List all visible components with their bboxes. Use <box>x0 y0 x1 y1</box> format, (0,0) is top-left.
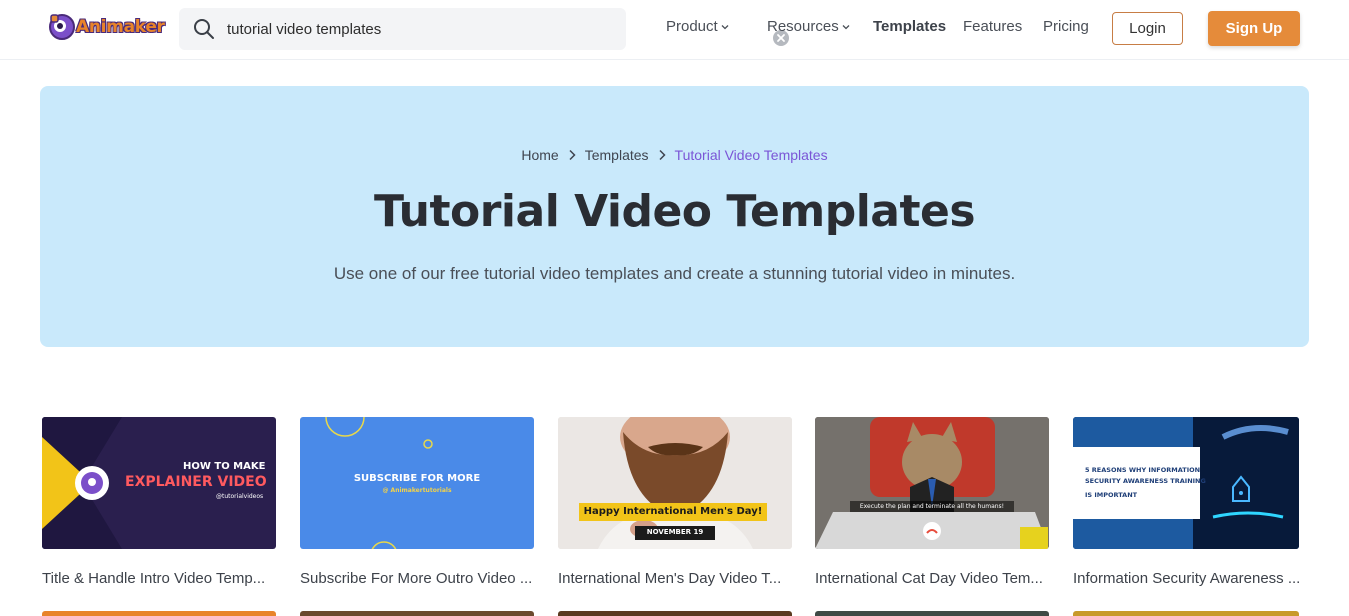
template-card[interactable]: SUBSCRIBE FOR MORE @ Animakertutorials S… <box>300 417 534 587</box>
thumb-line: SECURITY AWARENESS TRAINING <box>1085 477 1206 485</box>
search-input[interactable] <box>227 16 587 42</box>
template-card[interactable]: Happy International Men's Day! NOVEMBER … <box>558 417 792 587</box>
animaker-mascot-icon <box>49 14 75 40</box>
search-icon[interactable] <box>193 18 215 40</box>
sign-up-button[interactable]: Sign Up <box>1208 11 1300 46</box>
template-title[interactable]: International Men's Day Video T... <box>558 570 792 587</box>
thumb-line: EXPLAINER VIDEO <box>125 474 267 490</box>
nav-pricing[interactable]: Pricing <box>1043 18 1089 35</box>
template-thumbnail[interactable]: Happy International Men's Day! NOVEMBER … <box>558 417 792 549</box>
breadcrumb: Home Templates Tutorial Video Templates <box>40 147 1309 163</box>
thumb-line: @ Animakertutorials <box>382 487 452 494</box>
chevron-down-icon <box>721 24 729 29</box>
breadcrumb-current: Tutorial Video Templates <box>674 147 828 163</box>
template-title[interactable]: Title & Handle Intro Video Temp... <box>42 570 276 587</box>
thumb-line: HOW TO MAKE <box>183 461 266 472</box>
nav-resources[interactable]: Resources <box>767 18 850 35</box>
page-subtitle: Use one of our free tutorial video templ… <box>333 264 1016 283</box>
nav-product-label: Product <box>666 18 718 35</box>
template-title[interactable]: Information Security Awareness ... <box>1073 570 1307 587</box>
thumb-line: @tutorialvideos <box>216 493 264 500</box>
login-button[interactable]: Login <box>1112 12 1183 45</box>
breadcrumb-home[interactable]: Home <box>521 147 558 163</box>
hero-banner: Home Templates Tutorial Video Templates … <box>40 86 1309 347</box>
nav-product[interactable]: Product <box>666 18 729 35</box>
cat-at-keyboard-photo <box>815 417 1049 549</box>
search-bar <box>179 8 789 50</box>
template-card[interactable]: Execute the plan and terminate all the h… <box>815 417 1049 587</box>
template-thumbnail-partial[interactable] <box>1073 611 1299 616</box>
template-thumbnail[interactable]: Execute the plan and terminate all the h… <box>815 417 1049 549</box>
nav-features-label: Features <box>963 18 1023 35</box>
thumb-line: Happy International Men's Day! <box>583 506 763 517</box>
nav-templates[interactable]: Templates <box>873 18 946 35</box>
logo-wordmark: Animaker <box>76 17 165 37</box>
template-thumbnail-partial[interactable] <box>815 611 1049 616</box>
template-thumbnail-partial[interactable] <box>42 611 276 616</box>
template-thumbnail[interactable]: HOW TO MAKE EXPLAINER VIDEO @tutorialvid… <box>42 417 276 549</box>
template-thumbnail-partial[interactable] <box>558 611 792 616</box>
template-title[interactable]: International Cat Day Video Tem... <box>815 570 1049 587</box>
nav-pricing-label: Pricing <box>1043 18 1089 35</box>
template-card[interactable]: 5 REASONS WHY INFORMATION SECURITY AWARE… <box>1073 417 1307 587</box>
animaker-logo[interactable]: Animaker <box>48 10 165 44</box>
thumb-line: NOVEMBER 19 <box>646 528 704 536</box>
template-title[interactable]: Subscribe For More Outro Video ... <box>300 570 534 587</box>
breadcrumb-templates[interactable]: Templates <box>585 147 649 163</box>
top-navigation-bar: Animaker Product Resources Templates Fea… <box>0 0 1349 60</box>
thumb-line: Execute the plan and terminate all the h… <box>859 503 1005 510</box>
chevron-right-icon <box>659 149 666 161</box>
nav-resources-label: Resources <box>767 18 839 35</box>
thumb-line: 5 REASONS WHY INFORMATION <box>1085 466 1201 474</box>
template-thumbnail[interactable]: 5 REASONS WHY INFORMATION SECURITY AWARE… <box>1073 417 1299 549</box>
chevron-down-icon <box>842 24 850 29</box>
template-card[interactable]: HOW TO MAKE EXPLAINER VIDEO @tutorialvid… <box>42 417 276 587</box>
template-thumbnail-partial[interactable] <box>300 611 534 616</box>
nav-features[interactable]: Features <box>963 18 1022 35</box>
page-title: Tutorial Video Templates <box>373 186 976 237</box>
template-thumbnail[interactable]: SUBSCRIBE FOR MORE @ Animakertutorials <box>300 417 534 549</box>
thumb-line: SUBSCRIBE FOR MORE <box>353 473 481 484</box>
thumb-line: IS IMPORTANT <box>1085 491 1138 499</box>
chevron-right-icon <box>569 149 576 161</box>
nav-templates-label: Templates <box>873 18 947 35</box>
